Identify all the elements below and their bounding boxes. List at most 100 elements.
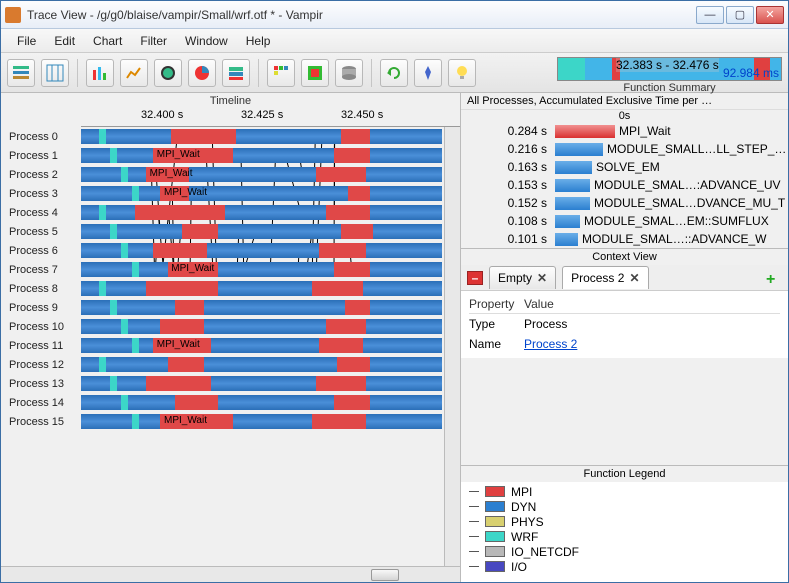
legend-item[interactable]: IO_NETCDF bbox=[469, 544, 780, 559]
process-track[interactable]: MPI_Wait bbox=[81, 186, 442, 201]
context-table: PropertyValue TypeProcessNameProcess 2 bbox=[461, 291, 788, 358]
context-label: Context View bbox=[461, 248, 788, 265]
process-label: Process 6 bbox=[1, 245, 81, 257]
process-row[interactable]: Process 13 bbox=[1, 374, 460, 393]
funcsummary-row[interactable]: 0.163 sSOLVE_EM bbox=[461, 158, 788, 176]
process-row[interactable]: Process 2MPI_Wait bbox=[1, 165, 460, 184]
process-track[interactable] bbox=[81, 300, 442, 315]
legend-label: Function Legend bbox=[461, 465, 788, 482]
funcsummary-row[interactable]: 0.153 sMODULE_SMAL…:ADVANCE_UV bbox=[461, 176, 788, 194]
legend-item[interactable]: MPI bbox=[469, 484, 780, 499]
process-row[interactable]: Process 12 bbox=[1, 355, 460, 374]
process-track[interactable]: MPI_Wait bbox=[81, 148, 442, 163]
process-track[interactable] bbox=[81, 281, 442, 296]
process-row[interactable]: Process 10 bbox=[1, 317, 460, 336]
overview-minimap[interactable]: 32.383 s - 32.476 s 92.984 ms bbox=[557, 57, 782, 81]
add-tab-button[interactable]: + bbox=[766, 271, 782, 285]
process-track[interactable] bbox=[81, 319, 442, 334]
tool-pie-icon[interactable] bbox=[188, 59, 216, 87]
tab-empty[interactable]: Empty✕ bbox=[489, 266, 556, 289]
process-row[interactable]: Process 1MPI_Wait bbox=[1, 146, 460, 165]
funcsummary-row[interactable]: 0.284 sMPI_Wait bbox=[461, 122, 788, 140]
legend-name: MPI bbox=[511, 485, 532, 499]
legend-name: I/O bbox=[511, 560, 527, 574]
tool-bulb-icon[interactable] bbox=[448, 59, 476, 87]
process-row[interactable]: Process 5 bbox=[1, 222, 460, 241]
close-button[interactable]: ✕ bbox=[756, 6, 784, 24]
process-row[interactable]: Process 8 bbox=[1, 279, 460, 298]
process-track[interactable]: MPI_Wait bbox=[81, 338, 442, 353]
tool-gauge-icon[interactable] bbox=[154, 59, 182, 87]
timeline-ruler[interactable]: 32.400 s 32.425 s 32.450 s bbox=[81, 109, 460, 127]
tool-disk-icon[interactable] bbox=[335, 59, 363, 87]
menu-window[interactable]: Window bbox=[177, 31, 236, 51]
menu-help[interactable]: Help bbox=[238, 31, 279, 51]
tool-chart-icon[interactable] bbox=[120, 59, 148, 87]
tool-matrix-icon[interactable] bbox=[267, 59, 295, 87]
process-label: Process 14 bbox=[1, 397, 81, 409]
menu-chart[interactable]: Chart bbox=[85, 31, 130, 51]
legend-item[interactable]: DYN bbox=[469, 499, 780, 514]
process-row[interactable]: Process 7MPI_Wait bbox=[1, 260, 460, 279]
funcsummary-row[interactable]: 0.152 sMODULE_SMAL…DVANCE_MU_T bbox=[461, 194, 788, 212]
tool-heatmap-icon[interactable] bbox=[301, 59, 329, 87]
process-row[interactable]: Process 6 bbox=[1, 241, 460, 260]
tool-stack-icon[interactable] bbox=[222, 59, 250, 87]
minimize-button[interactable]: — bbox=[696, 6, 724, 24]
process-row[interactable]: Process 3MPI_Wait bbox=[1, 184, 460, 203]
funcsummary-row[interactable]: 0.216 sMODULE_SMALL…LL_STEP_PREP bbox=[461, 140, 788, 158]
tool-bars-icon[interactable] bbox=[86, 59, 114, 87]
process-label: Process 9 bbox=[1, 302, 81, 314]
overview-label: Function Summary bbox=[557, 82, 782, 94]
scroll-thumb[interactable] bbox=[371, 569, 399, 581]
process-track[interactable] bbox=[81, 224, 442, 239]
legend-item[interactable]: PHYS bbox=[469, 514, 780, 529]
menu-edit[interactable]: Edit bbox=[46, 31, 83, 51]
process-track[interactable] bbox=[81, 243, 442, 258]
process-label: Process 2 bbox=[1, 169, 81, 181]
process-row[interactable]: Process 0 bbox=[1, 127, 460, 146]
process-row[interactable]: Process 11MPI_Wait bbox=[1, 336, 460, 355]
process-track[interactable] bbox=[81, 376, 442, 391]
titlebar: Trace View - /g/g0/blaise/vampir/Small/w… bbox=[1, 1, 788, 29]
process-label: Process 4 bbox=[1, 207, 81, 219]
legend-item[interactable]: I/O bbox=[469, 559, 780, 574]
func-name: MPI_Wait bbox=[619, 124, 788, 138]
remove-tab-button[interactable]: – bbox=[467, 271, 483, 285]
ctx-val[interactable]: Process 2 bbox=[524, 337, 577, 351]
funcsummary-title: All Processes, Accumulated Exclusive Tim… bbox=[461, 93, 788, 110]
tool-pin-icon[interactable] bbox=[414, 59, 442, 87]
process-row[interactable]: Process 15MPI_Wait bbox=[1, 412, 460, 431]
process-track[interactable] bbox=[81, 357, 442, 372]
close-icon[interactable]: ✕ bbox=[537, 271, 547, 285]
scrollbar-vertical[interactable] bbox=[444, 127, 460, 566]
menu-filter[interactable]: Filter bbox=[132, 31, 175, 51]
tool-timeline-icon[interactable] bbox=[7, 59, 35, 87]
ruler-tick: 32.425 s bbox=[241, 109, 283, 121]
mpi-label: MPI_Wait bbox=[171, 263, 214, 274]
process-row[interactable]: Process 14 bbox=[1, 393, 460, 412]
process-track[interactable]: MPI_Wait bbox=[81, 167, 442, 182]
legend-swatch bbox=[485, 486, 505, 497]
process-track[interactable] bbox=[81, 205, 442, 220]
process-track[interactable]: MPI_Wait bbox=[81, 414, 442, 429]
tab-process2[interactable]: Process 2✕ bbox=[562, 266, 648, 289]
maximize-button[interactable]: ▢ bbox=[726, 6, 754, 24]
close-icon[interactable]: ✕ bbox=[629, 271, 639, 285]
legend-name: IO_NETCDF bbox=[511, 545, 579, 559]
legend-item[interactable]: WRF bbox=[469, 529, 780, 544]
process-track[interactable]: MPI_Wait bbox=[81, 262, 442, 277]
tool-grid-icon[interactable] bbox=[41, 59, 69, 87]
menu-file[interactable]: File bbox=[9, 31, 44, 51]
funcsummary-row[interactable]: 0.101 sMODULE_SMAL…::ADVANCE_W bbox=[461, 230, 788, 248]
scrollbar-horizontal[interactable] bbox=[1, 566, 460, 582]
process-row[interactable]: Process 9 bbox=[1, 298, 460, 317]
process-track[interactable] bbox=[81, 395, 442, 410]
legend-body: MPIDYNPHYSWRFIO_NETCDFI/O bbox=[461, 482, 788, 582]
process-row[interactable]: Process 4 bbox=[1, 203, 460, 222]
process-label: Process 11 bbox=[1, 340, 81, 352]
process-track[interactable] bbox=[81, 129, 442, 144]
funcsummary-row[interactable]: 0.108 sMODULE_SMAL…EM::SUMFLUX bbox=[461, 212, 788, 230]
tool-refresh-icon[interactable] bbox=[380, 59, 408, 87]
timeline-body[interactable]: Process 0Process 1MPI_WaitProcess 2MPI_W… bbox=[1, 127, 460, 566]
